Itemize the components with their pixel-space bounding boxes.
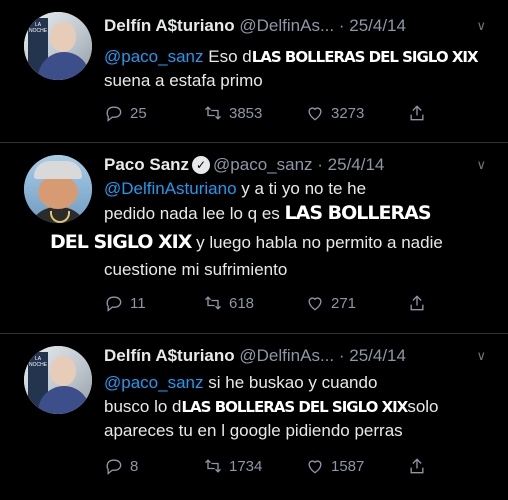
retweet-count: 3853	[229, 104, 263, 122]
meme-caption: LAS BOLLERAS DEL SIGLO XIX	[251, 48, 479, 66]
retweet-count: 618	[229, 294, 255, 312]
reply-button[interactable]: 8	[104, 456, 138, 476]
reply-button[interactable]: 11	[104, 293, 146, 313]
author-handle[interactable]: @DelfinAs...	[239, 16, 334, 35]
tweet-header: Delfín A$turiano @DelfinAs... · 25/4/14	[104, 346, 406, 365]
verified-badge-icon: ✓	[192, 156, 211, 174]
text-fragment: y a ti yo no te he	[241, 179, 367, 198]
share-button[interactable]	[407, 293, 433, 313]
tweet-actions: 11 618 271	[104, 293, 484, 317]
like-icon	[308, 460, 322, 474]
share-button[interactable]	[407, 456, 433, 476]
text-line: suena a estafa primo	[104, 71, 263, 90]
share-icon	[410, 105, 424, 121]
mention-link[interactable]: @DelfinAsturiano	[104, 179, 237, 198]
text-fragment: y luego habla no permito a nadie	[196, 233, 443, 252]
text-fragment: si he buskao y cuando	[208, 373, 378, 392]
reply-icon	[106, 459, 122, 475]
like-button[interactable]: 271	[305, 293, 356, 313]
tweet-text: @DelfinAsturiano y a ti yo no te he pedi…	[104, 177, 432, 226]
meme-caption: DEL SIGLO XIX	[50, 231, 192, 253]
retweet-button[interactable]: 1734	[203, 456, 262, 476]
reply-count: 8	[130, 457, 139, 475]
retweet-count: 1734	[229, 457, 263, 475]
retweet-icon	[205, 106, 221, 120]
reply-count: 25	[130, 104, 147, 122]
author-name[interactable]: Paco Sanz	[104, 155, 189, 174]
retweet-button[interactable]: 618	[203, 293, 254, 313]
text-fragment: pedido nada lee lo q es	[104, 204, 280, 223]
tweet-actions: 8 1734 1587	[104, 456, 484, 480]
author-handle[interactable]: @paco_sanz	[213, 155, 313, 174]
text-line: cuestione mi sufrimiento	[104, 260, 288, 279]
share-icon	[410, 458, 424, 474]
author-name[interactable]: Delfín A$turiano	[104, 346, 235, 365]
reply-icon	[106, 106, 122, 122]
like-button[interactable]: 1587	[305, 456, 364, 476]
tweet-header: Paco Sanz ✓ @paco_sanz · 25/4/14	[104, 155, 385, 174]
tweet-actions: 25 3853 3273	[104, 103, 484, 127]
like-icon	[308, 297, 322, 311]
like-count: 271	[331, 294, 357, 312]
reply-count: 11	[130, 294, 146, 312]
author-name[interactable]: Delfín A$turiano	[104, 16, 235, 35]
text-fragment: busco lo d	[104, 397, 182, 416]
tweet-3[interactable]: LA NOCHE Delfín A$turiano @DelfinAs... · …	[0, 334, 508, 500]
tweet-1[interactable]: LA NOCHE Delfín A$turiano @DelfinAs... · …	[0, 0, 508, 140]
reply-icon	[106, 296, 122, 312]
tweet-date[interactable]: 25/4/14	[349, 16, 406, 35]
share-icon	[410, 295, 424, 311]
caret-icon[interactable]: ∨	[476, 348, 486, 364]
reply-button[interactable]: 25	[104, 103, 147, 123]
tweet-text-continued: DEL SIGLO XIX y luego habla no permito a…	[50, 230, 443, 255]
avatar[interactable]: LA NOCHE	[24, 346, 92, 414]
like-icon	[308, 107, 322, 121]
tweet-date[interactable]: 25/4/14	[349, 346, 406, 365]
retweet-icon	[205, 296, 221, 310]
retweet-icon	[205, 459, 221, 473]
like-count: 3273	[331, 104, 365, 122]
tweet-text: @paco_sanz si he buskao y cuando busco l…	[104, 371, 439, 443]
tweet-text: @paco_sanz Eso dLAS BOLLERAS DEL SIGLO X…	[104, 45, 479, 93]
caret-icon[interactable]: ∨	[476, 18, 486, 34]
meme-caption: LAS BOLLERAS	[284, 202, 432, 224]
avatar[interactable]: LA NOCHE	[24, 12, 92, 80]
tweet-2[interactable]: Paco Sanz ✓ @paco_sanz · 25/4/14 ∨ @Delfin…	[0, 143, 508, 333]
like-button[interactable]: 3273	[305, 103, 364, 123]
share-button[interactable]	[407, 103, 433, 123]
text-line: apareces tu en l google pidiendo perras	[104, 421, 403, 440]
text-fragment: solo	[407, 397, 439, 416]
tweet-date[interactable]: 25/4/14	[328, 155, 385, 174]
mention-link[interactable]: @paco_sanz	[104, 373, 204, 392]
author-handle[interactable]: @DelfinAs...	[239, 346, 334, 365]
retweet-button[interactable]: 3853	[203, 103, 262, 123]
text-fragment: Eso d	[208, 47, 252, 66]
caret-icon[interactable]: ∨	[476, 157, 486, 173]
mention-link[interactable]: @paco_sanz	[104, 47, 204, 66]
tweet-header: Delfín A$turiano @DelfinAs... · 25/4/14	[104, 16, 406, 35]
meme-caption: LAS BOLLERAS DEL SIGLO XIX	[181, 398, 409, 416]
avatar[interactable]	[24, 155, 92, 223]
like-count: 1587	[331, 457, 365, 475]
